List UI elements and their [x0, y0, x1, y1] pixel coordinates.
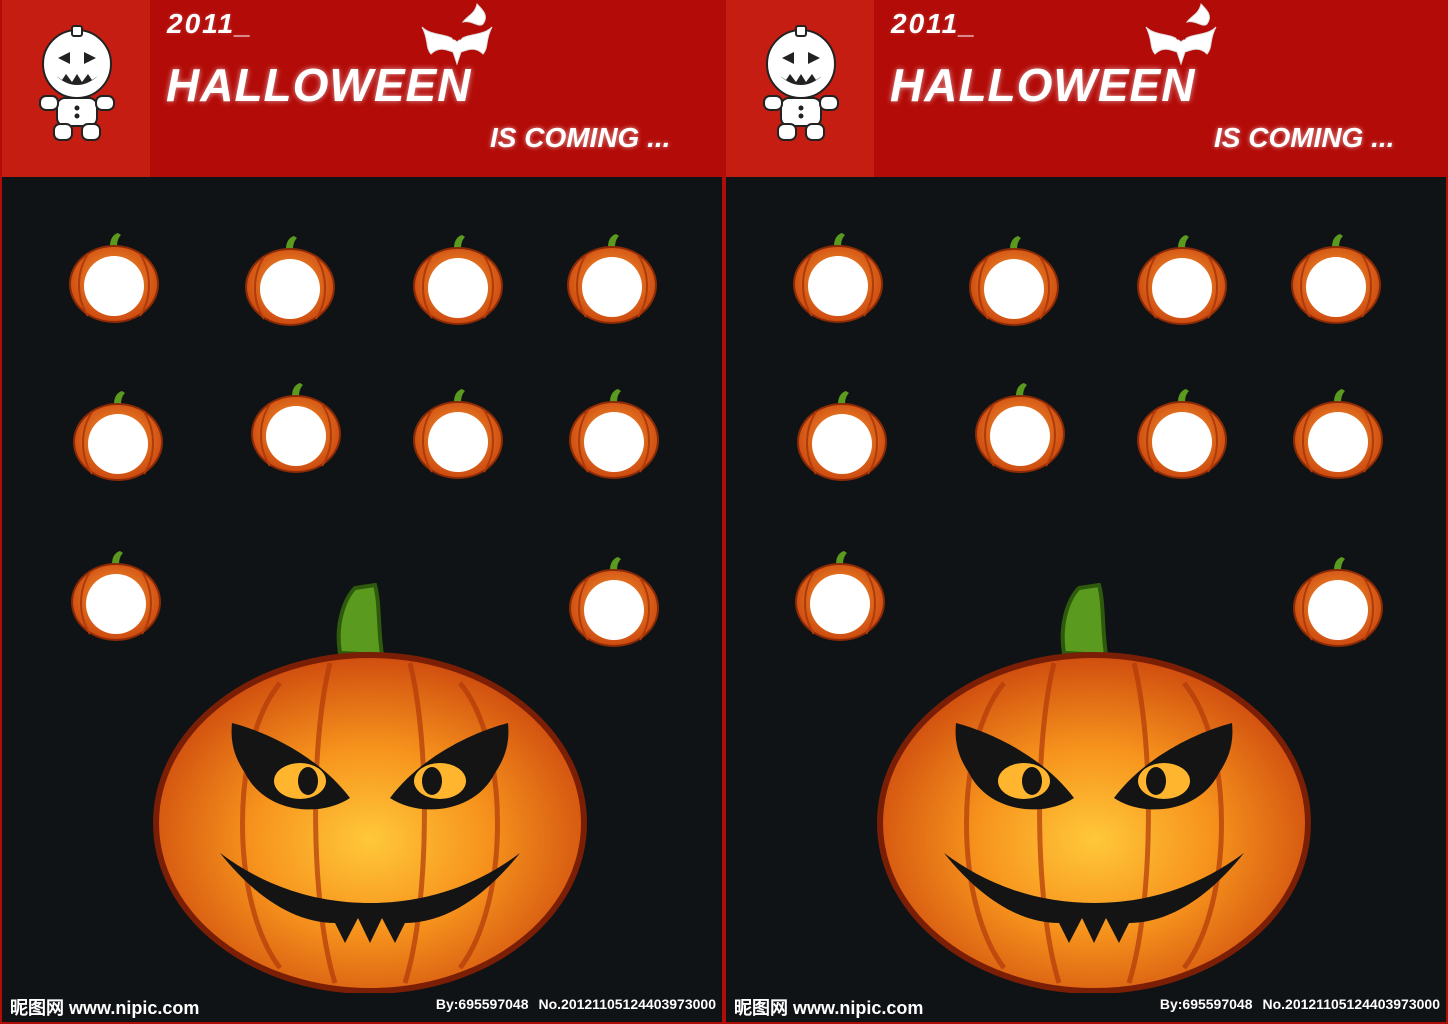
poster-panel: 2011_ HALLOWEEN IS COMING ... 昵图网 www.ni…: [726, 0, 1446, 1022]
halloween-title: HALLOWEEN: [166, 59, 472, 111]
image-number: No.20121105124403973000: [1262, 996, 1440, 1012]
halloween-title: HALLOWEEN: [890, 59, 1196, 111]
year-label: 2011_: [167, 8, 253, 39]
watermark-label: 昵图网 www.nipic.com: [10, 998, 200, 1018]
pumpkin-photo-slot: [969, 236, 1059, 326]
pumpkin-photo-slot: [567, 234, 657, 324]
poster-header: 2011_ HALLOWEEN IS COMING ...: [726, 0, 1446, 177]
skeleton-mascot-icon: [39, 25, 115, 141]
image-id-label: By:695597048 No.20121105124403973000: [426, 996, 716, 1012]
skeleton-mascot-icon: [763, 25, 839, 141]
pumpkin-photo-slot: [1291, 234, 1381, 324]
author-id: By:695597048: [435, 996, 529, 1012]
poster-header: 2011_ HALLOWEEN IS COMING ...: [2, 0, 722, 177]
mascot-box: [726, 0, 874, 177]
coming-subtitle: IS COMING ...: [1214, 122, 1395, 153]
pumpkin-photo-slot: [69, 233, 159, 323]
pumpkin-photo-slot: [413, 389, 503, 479]
pumpkin-photo-slot: [1137, 389, 1227, 479]
image-number: No.20121105124403973000: [538, 996, 716, 1012]
pumpkin-photo-slot: [975, 383, 1065, 473]
pumpkin-photo-slot: [1137, 235, 1227, 325]
author-id: By:695597048: [1159, 996, 1253, 1012]
pumpkin-photo-slot: [245, 236, 335, 326]
pumpkin-photo-slot: [251, 383, 341, 473]
watermark-label: 昵图网 www.nipic.com: [734, 998, 924, 1018]
pumpkin-photo-slot: [413, 235, 503, 325]
year-label: 2011_: [891, 8, 977, 39]
pumpkin-photo-slot: [797, 391, 887, 481]
poster-panel: 2011_ HALLOWEEN IS COMING ... 昵图网 www.ni…: [2, 0, 722, 1022]
image-id-label: By:695597048 No.20121105124403973000: [1150, 996, 1440, 1012]
jack-o-lantern-icon: [877, 583, 1311, 993]
pumpkin-photo-slot: [569, 389, 659, 479]
coming-subtitle: IS COMING ...: [490, 122, 671, 153]
jack-o-lantern-icon: [153, 583, 587, 993]
mascot-box: [2, 0, 150, 177]
pumpkin-photo-slot: [73, 391, 163, 481]
pumpkin-photo-slot: [793, 233, 883, 323]
pumpkin-photo-slot: [1293, 389, 1383, 479]
